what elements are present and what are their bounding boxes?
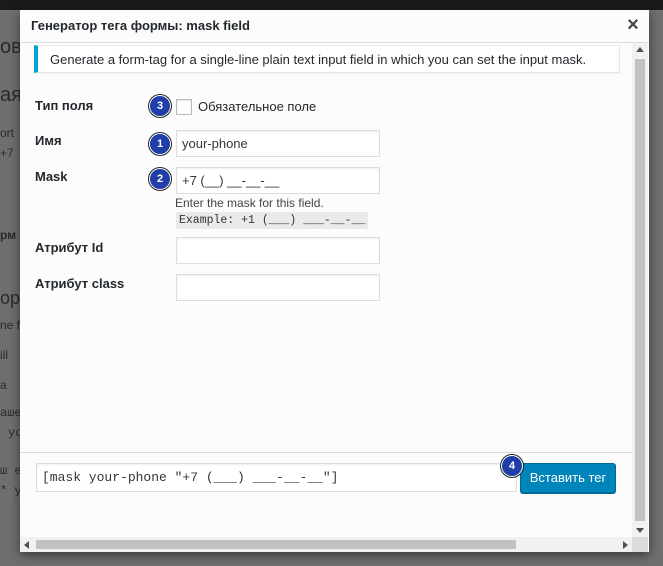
mask-hint: Enter the mask for this field.	[175, 196, 324, 210]
background-right	[649, 10, 663, 566]
background-bottom	[0, 552, 663, 566]
mask-example: Example: +1 (___) ___-__-__	[176, 212, 369, 229]
scrollbar-corner	[632, 537, 648, 552]
scroll-right-icon[interactable]	[623, 541, 628, 549]
dialog-title: Генератор тега формы: mask field	[31, 18, 250, 33]
dialog-header: Генератор тега формы: mask field ×	[20, 10, 649, 43]
class-attribute-label: Атрибут class	[35, 276, 125, 291]
background-fragment: * у	[0, 484, 22, 498]
dialog-footer: [mask your-phone "+7 (___) ___-__-__"] В…	[20, 452, 632, 538]
background-fragment: ш е	[0, 464, 22, 478]
background-fragment: ort	[0, 126, 15, 140]
id-attribute-input[interactable]	[176, 237, 380, 264]
checkbox-icon[interactable]	[176, 99, 192, 115]
scroll-left-icon[interactable]	[24, 541, 29, 549]
vertical-scroll-thumb[interactable]	[635, 59, 645, 521]
name-input[interactable]: your-phone	[176, 130, 380, 157]
class-attribute-input[interactable]	[176, 274, 380, 301]
annotation-badge-1: 1	[149, 133, 171, 155]
vertical-scrollbar[interactable]	[632, 43, 648, 537]
scroll-down-icon[interactable]	[636, 528, 644, 533]
description-text: Generate a form-tag for a single-line pl…	[50, 52, 587, 67]
admin-bar	[0, 0, 663, 10]
mask-label: Mask	[35, 169, 68, 184]
background-fragment: ор	[0, 288, 21, 308]
annotation-badge-2: 2	[149, 168, 171, 190]
background-fragment: а	[0, 378, 7, 392]
tag-output-field[interactable]: [mask your-phone "+7 (___) ___-__-__"]	[36, 463, 517, 492]
horizontal-scroll-thumb[interactable]	[36, 540, 516, 549]
tag-generator-dialog: Генератор тега формы: mask field × Gener…	[20, 10, 649, 552]
annotation-badge-4: 4	[501, 455, 523, 477]
required-field-label[interactable]: Обязательное поле	[198, 99, 316, 114]
id-attribute-label: Атрибут Id	[35, 240, 104, 255]
mask-input[interactable]: +7 (__) __-__-__	[176, 167, 380, 194]
description-notice: Generate a form-tag for a single-line pl…	[34, 45, 620, 73]
dialog-body: Generate a form-tag for a single-line pl…	[20, 43, 632, 452]
background-fragment: ill	[0, 348, 8, 362]
background-fragment: +7	[0, 146, 14, 160]
horizontal-scrollbar[interactable]	[20, 537, 632, 552]
background-fragment: ая	[0, 84, 22, 106]
background-fragment: рм	[0, 228, 17, 242]
background-fragment: аше	[0, 406, 22, 420]
scroll-up-icon[interactable]	[636, 47, 644, 52]
field-type-label: Тип поля	[35, 98, 94, 113]
name-label: Имя	[35, 133, 62, 148]
insert-tag-button[interactable]: Вставить тег	[520, 463, 616, 493]
background-fragment: ов	[0, 36, 22, 58]
close-icon[interactable]: ×	[623, 14, 643, 36]
annotation-badge-3: 3	[149, 95, 171, 117]
